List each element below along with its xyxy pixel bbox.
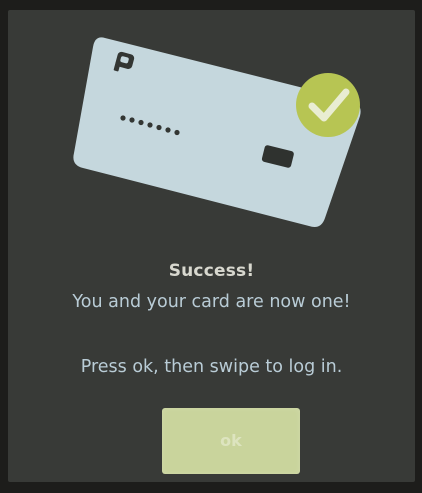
success-subtitle: You and your card are now one! (72, 292, 351, 312)
login-instruction: Press ok, then swipe to log in. (80, 357, 343, 377)
checkmark-icon (296, 73, 360, 137)
ok-button[interactable]: ok (162, 408, 300, 474)
card-illustration (73, 37, 361, 228)
success-title: Success! (168, 261, 255, 281)
enrollment-success-screen: Success! You and your card are now one! … (8, 10, 415, 482)
